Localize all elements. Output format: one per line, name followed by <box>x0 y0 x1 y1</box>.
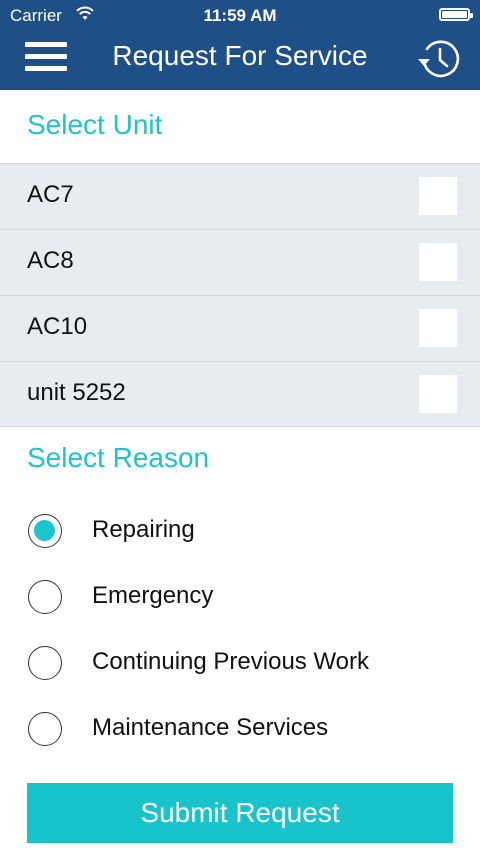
unit-row[interactable]: AC7 <box>0 163 480 229</box>
page-title: Request For Service <box>112 40 368 71</box>
unit-checkbox[interactable] <box>419 375 457 413</box>
unit-checkbox[interactable] <box>419 243 457 281</box>
history-clock-icon[interactable] <box>415 35 463 83</box>
unit-row[interactable]: AC10 <box>0 295 480 361</box>
app-header: Carrier 11:59 AM Request For Service <box>0 0 480 90</box>
reason-list: Repairing Emergency Continuing Previous … <box>0 497 480 761</box>
radio-unselected-icon[interactable] <box>28 580 62 614</box>
reason-option-repairing[interactable]: Repairing <box>0 497 480 563</box>
radio-unselected-icon[interactable] <box>28 646 62 680</box>
unit-list: AC7 AC8 AC10 unit 5252 <box>0 163 480 427</box>
reason-label: Continuing Previous Work <box>92 648 370 675</box>
radio-unselected-icon[interactable] <box>28 712 62 746</box>
status-time: 11:59 AM <box>203 6 277 25</box>
unit-row[interactable]: unit 5252 <box>0 361 480 427</box>
battery-icon <box>439 8 473 21</box>
radio-selected-icon[interactable] <box>28 514 62 548</box>
reason-option-continuing-previous-work[interactable]: Continuing Previous Work <box>0 629 480 695</box>
reason-option-maintenance-services[interactable]: Maintenance Services <box>0 695 480 761</box>
unit-label: AC8 <box>27 247 74 274</box>
reason-label: Emergency <box>92 582 214 609</box>
unit-checkbox[interactable] <box>419 177 457 215</box>
unit-label: unit 5252 <box>27 379 126 406</box>
select-reason-heading: Select Reason <box>27 442 210 473</box>
status-bar: Carrier 11:59 AM <box>0 0 480 30</box>
reason-label: Repairing <box>92 516 195 543</box>
select-unit-heading: Select Unit <box>27 109 163 140</box>
unit-label: AC7 <box>27 181 74 208</box>
unit-label: AC10 <box>27 313 88 340</box>
reason-label: Maintenance Services <box>92 714 329 741</box>
submit-request-button[interactable]: Submit Request <box>27 783 453 843</box>
reason-option-emergency[interactable]: Emergency <box>0 563 480 629</box>
unit-checkbox[interactable] <box>419 309 457 347</box>
unit-row[interactable]: AC8 <box>0 229 480 295</box>
